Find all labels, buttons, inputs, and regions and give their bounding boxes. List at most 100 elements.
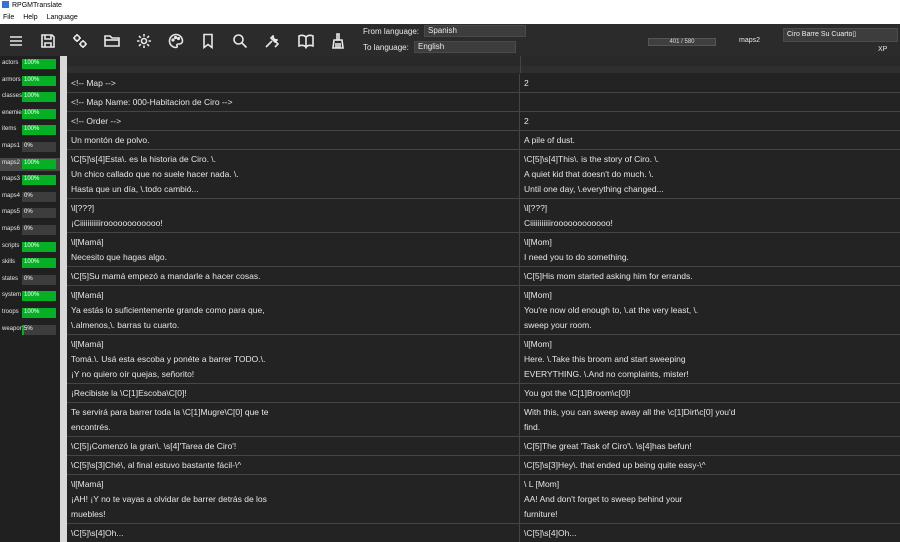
translation-text-cell[interactable]: \l[Mom] Here. \.Take this broom and star… [520,335,900,384]
sidebar-item-maps1[interactable]: maps1 0% [0,141,60,154]
translation-text-cell[interactable]: \l[???] Ciiiiiiiiiiiroooooooooooo! [520,199,900,233]
sidebar-item-maps5[interactable]: maps5 0% [0,207,60,220]
table-row[interactable]: \C[5]\s[4]Esta\. es la historia de Ciro.… [67,150,900,199]
sidebar-item-troops[interactable]: troops 100% [0,307,60,320]
bookmark-icon[interactable] [200,33,216,50]
sidebar-progress-bar: 100% [22,125,56,136]
table-row[interactable]: <!-- Map --> 2 [67,74,900,93]
palette-icon[interactable] [168,33,184,49]
sidebar-progress-text: 0% [24,143,33,149]
table-row[interactable]: Te servirá para barrer toda la \C[1]Mugr… [67,403,900,437]
splitter[interactable] [60,56,67,542]
translation-text-cell[interactable]: \C[5]\s[4]Oh... [520,524,900,542]
horizontal-scrollbar[interactable] [67,66,900,73]
table-row[interactable]: \l[???] ¡Ciiiiiiiiiiiroooooooooooo! \l[??… [67,199,900,233]
table-row[interactable]: \C[5]¡Comenzó la gran\. \s[4]'Tarea de C… [67,437,900,456]
table-row[interactable]: \C[5]Su mamá empezó a mandarle a hacer c… [67,267,900,286]
table-row[interactable]: <!-- Order --> 2 [67,112,900,131]
source-text-cell[interactable]: \l[Mamá] Tomá.\. Usá esta escoba y ponét… [67,335,520,383]
sidebar-item-system[interactable]: system 100% [0,290,60,303]
to-language-select[interactable]: English [414,41,516,53]
menu-icon[interactable] [8,33,24,49]
sidebar-item-label: maps5 [2,209,21,216]
sidebar-item-enemies[interactable]: enemies 100% [0,108,60,121]
sidebar-progress-bar: 0% [22,142,56,152]
table-row[interactable]: Un montón de polvo. A pile of dust. [67,131,900,150]
translation-text-cell[interactable]: With this, you can sweep away all the \c… [520,403,900,437]
broom-icon[interactable] [330,33,346,49]
sidebar-progress-bar: 100% [22,258,56,269]
translation-text-cell[interactable]: \C[5]\s[4]This\. is the story of Ciro. \… [520,150,900,199]
translation-text-cell[interactable]: \l[Mom] I need you to do something. [520,233,900,267]
source-text-cell[interactable]: <!-- Map Name: 000-Habitacion de Ciro --… [67,93,520,111]
sidebar-item-weapons[interactable]: weapons 5% [0,324,60,337]
sidebar-progress-text: 100% [24,109,40,116]
sidebar-item-skills[interactable]: skills 100% [0,257,60,270]
toolbar: From language: Spanish To language: Engl… [0,24,900,56]
translation-text-cell[interactable]: \C[5]His mom started asking him for erra… [520,267,900,286]
table-row[interactable]: \C[5]\s[4]Oh... \C[5]\s[4]Oh... [67,524,900,542]
source-text-cell[interactable]: \l[Mamá] Ya estás lo suficientemente gra… [67,286,520,334]
translation-text-cell[interactable]: \l[Mom] You're now old enough to, \.at t… [520,286,900,335]
table-row[interactable]: <!-- Map Name: 000-Habitacion de Ciro --… [67,93,900,112]
sidebar-item-label: scripts [2,242,20,249]
sidebar-progress-text: 0% [24,275,33,282]
sidebar-item-maps6[interactable]: maps6 0% [0,224,60,237]
gear-icon[interactable] [136,33,152,49]
tools-icon[interactable] [72,33,88,49]
sidebar-item-label: skills [2,259,15,266]
table-row[interactable]: \l[Mamá] ¡AH! ¡Y no te vayas a olvidar d… [67,475,900,524]
sidebar-item-maps3[interactable]: maps3 100% [0,174,60,187]
source-text-cell[interactable]: \C[5]\s[4]Esta\. es la historia de Ciro.… [67,150,520,198]
translation-text-cell[interactable]: 2 [520,112,900,131]
sidebar-item-maps4[interactable]: maps4 0% [0,191,60,204]
translation-text-cell[interactable]: \C[5]\s[3]Hey\. that ended up being quit… [520,456,900,475]
sidebar-progress-bar: 100% [22,108,56,119]
from-language-select[interactable]: Spanish [424,25,526,37]
table-row[interactable]: \C[5]\s[3]Ché\, al final estuvo bastante… [67,456,900,475]
column-separator[interactable] [520,56,521,73]
source-text-cell[interactable]: Te servirá para barrer toda la \C[1]Mugr… [67,403,520,436]
sidebar-item-maps2[interactable]: maps2 100% [0,157,60,171]
save-icon[interactable] [40,33,56,49]
project-title-field[interactable]: Ciro Barre Su Cuarto▯ [783,28,898,42]
book-icon[interactable] [298,33,314,49]
menu-help[interactable]: Help [23,14,37,21]
wrench-icon[interactable] [264,33,280,49]
sidebar-item-scripts[interactable]: scripts 100% [0,241,60,254]
table-row[interactable]: \l[Mamá] Ya estás lo suficientemente gra… [67,286,900,335]
source-text-cell[interactable]: \C[5]\s[4]Oh... [67,524,520,542]
menu-file[interactable]: File [3,14,14,21]
folder-icon[interactable] [104,33,120,49]
translation-text-cell[interactable]: You got the \C[1]Broom\c[0]! [520,384,900,403]
sidebar-item-classes[interactable]: classes 100% [0,91,60,104]
source-text-cell[interactable]: \C[5]Su mamá empezó a mandarle a hacer c… [67,267,520,285]
source-text-cell[interactable]: <!-- Order --> [67,112,520,130]
sidebar-progress-bar: 100% [22,308,56,318]
translation-text-cell[interactable]: \C[5]The great 'Task of Ciro'\. \s[4]has… [520,437,900,456]
translation-text-cell[interactable]: A pile of dust. [520,131,900,150]
translation-text-cell[interactable]: \ L [Mom] AA! And don't forget to sweep … [520,475,900,524]
sidebar-item-label: armors [2,76,21,83]
translation-text-cell[interactable]: 2 [520,74,900,93]
source-text-cell[interactable]: Un montón de polvo. [67,131,520,149]
sidebar-item-items[interactable]: items 100% [0,124,60,137]
translation-text-cell[interactable] [520,93,900,97]
source-text-cell[interactable]: \C[5]\s[3]Ché\, al final estuvo bastante… [67,456,520,474]
table-row[interactable]: \l[Mamá] Tomá.\. Usá esta escoba y ponét… [67,335,900,384]
sidebar-item-actors[interactable]: actors 100% [0,58,60,71]
source-text-cell[interactable]: \C[5]¡Comenzó la gran\. \s[4]'Tarea de C… [67,437,520,455]
source-text-cell[interactable]: <!-- Map --> [67,74,520,92]
source-text-cell[interactable]: ¡Recibiste la \C[1]Escoba\C[0]! [67,384,520,402]
table-row[interactable]: \l[Mamá] Necesito que hagas algo. \l[Mom]… [67,233,900,267]
sidebar-item-states[interactable]: states 0% [0,274,60,287]
sidebar-item-armors[interactable]: armors 100% [0,75,60,88]
sidebar-progress-text: 100% [24,76,40,83]
source-text-cell[interactable]: \l[Mamá] Necesito que hagas algo. [67,233,520,266]
search-icon[interactable] [232,33,248,49]
sidebar-progress-text: 100% [24,242,40,249]
menu-language[interactable]: Language [47,14,78,21]
source-text-cell[interactable]: \l[Mamá] ¡AH! ¡Y no te vayas a olvidar d… [67,475,520,523]
table-row[interactable]: ¡Recibiste la \C[1]Escoba\C[0]! You got t… [67,384,900,403]
source-text-cell[interactable]: \l[???] ¡Ciiiiiiiiiiiroooooooooooo! [67,199,520,232]
